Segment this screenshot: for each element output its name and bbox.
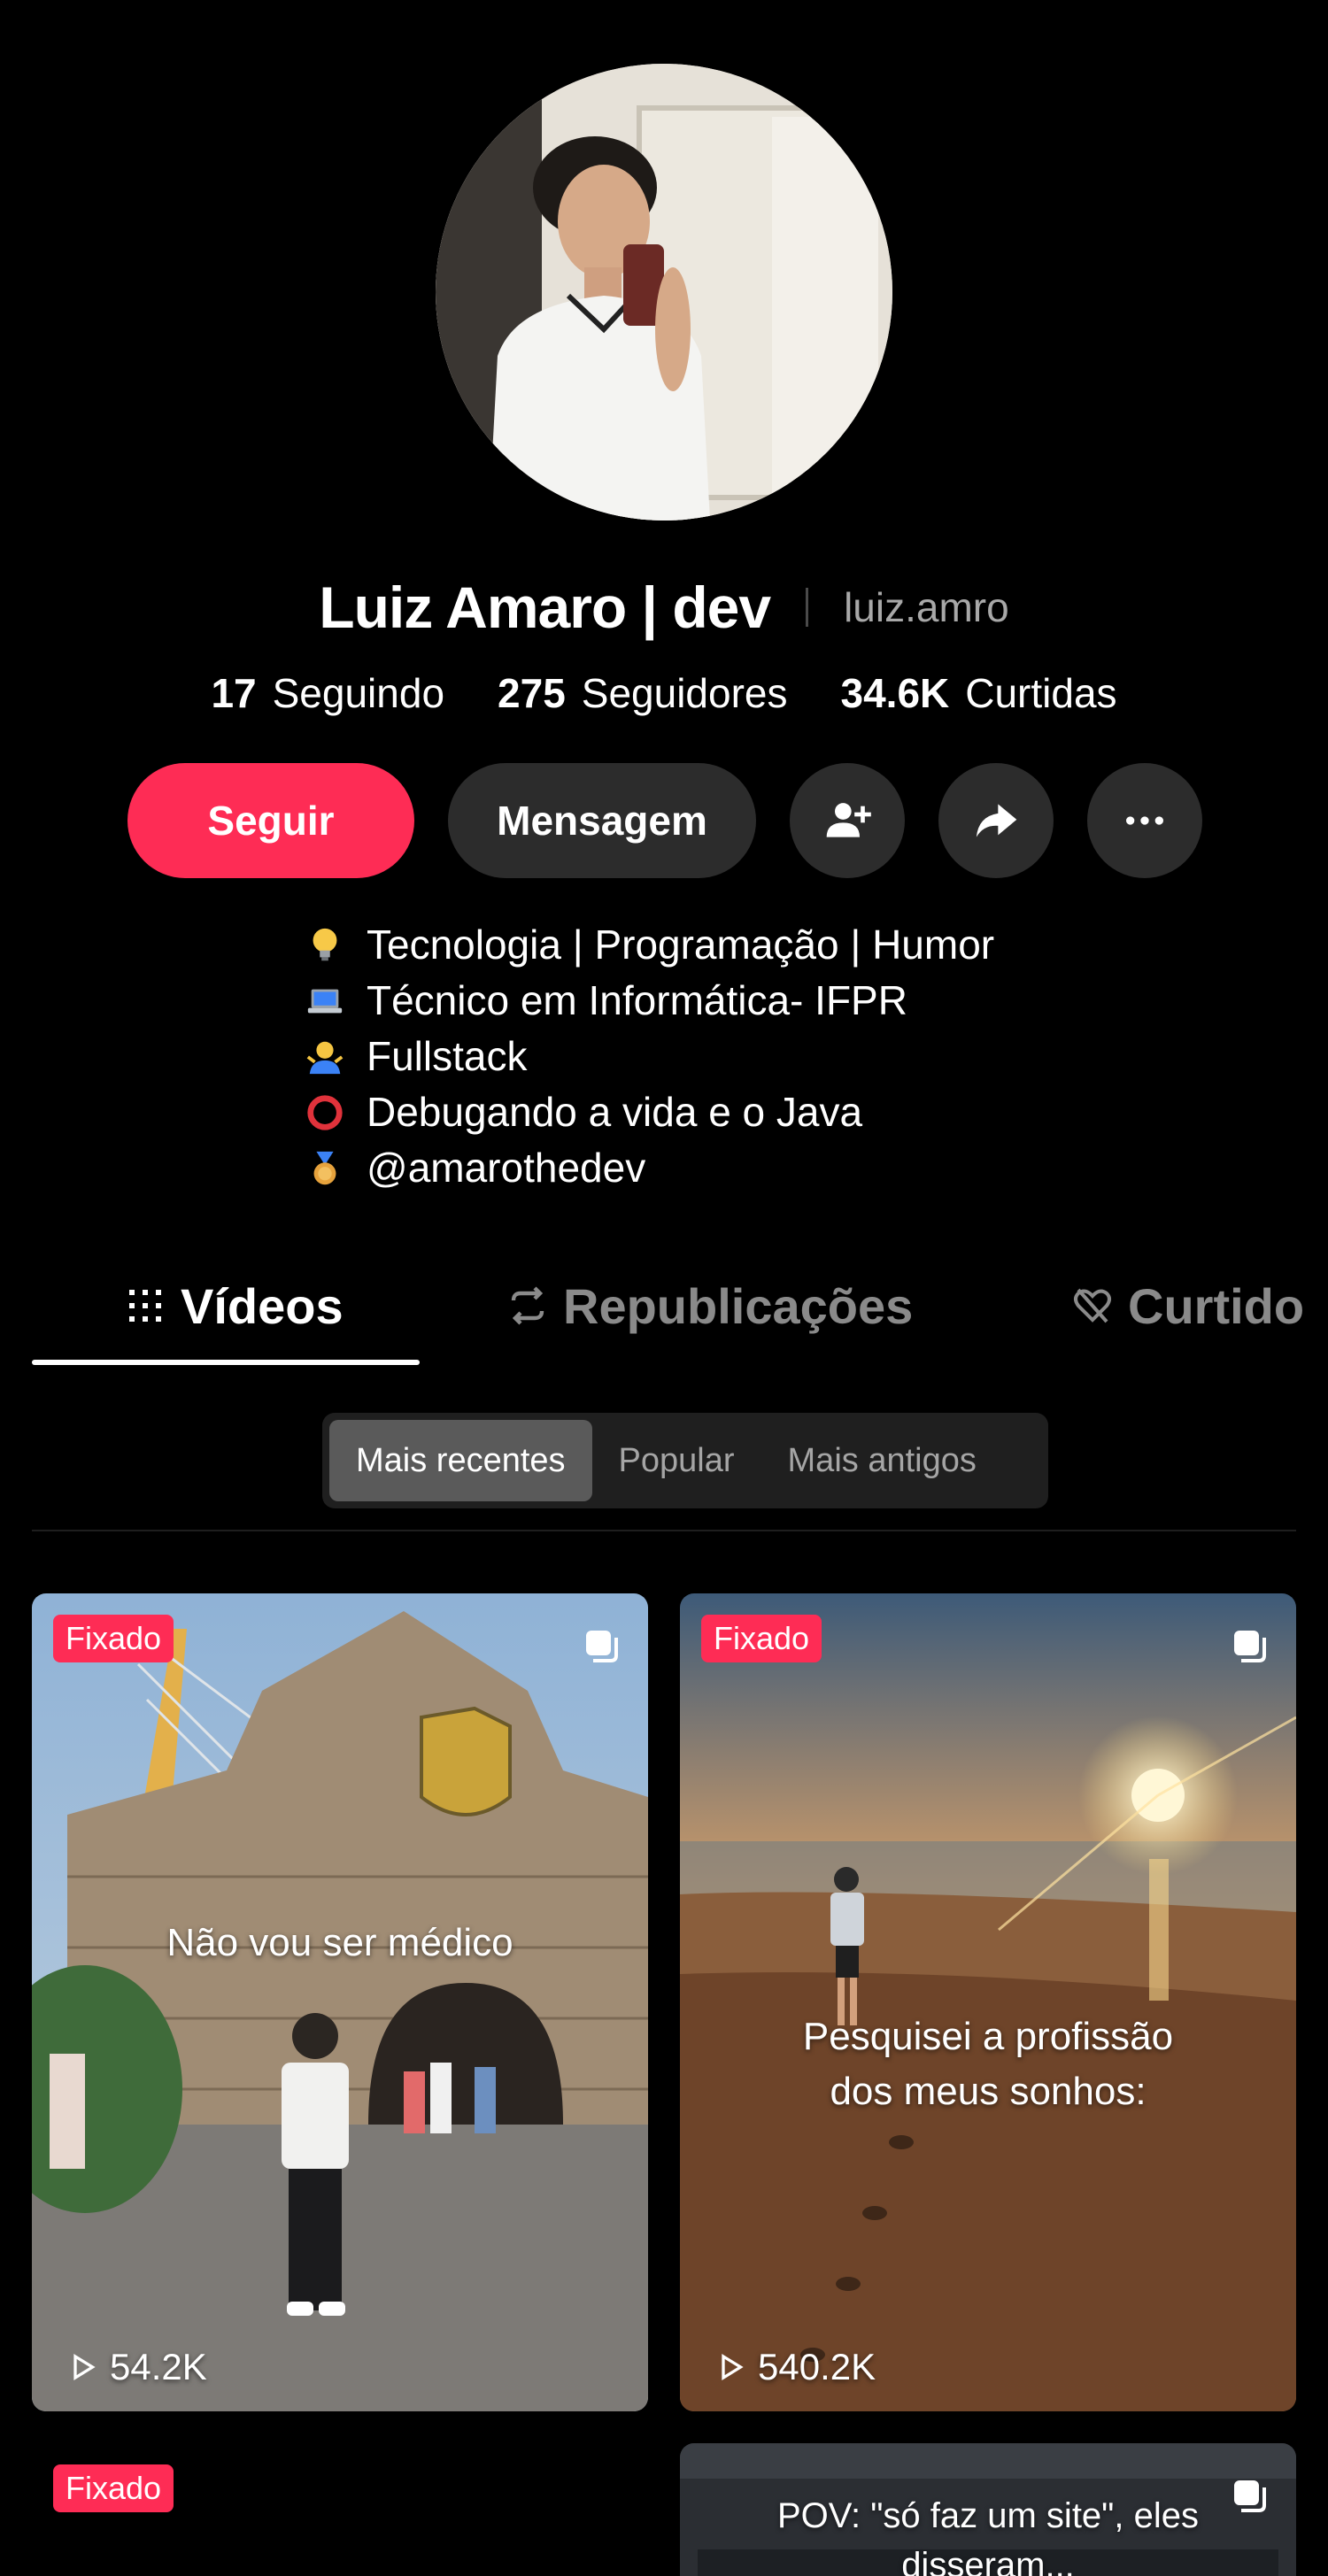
bio-line: @amarothedev <box>305 1140 994 1196</box>
sort-option-recent[interactable]: Mais recentes <box>329 1420 592 1501</box>
bio-text: Técnico em Informática- IFPR <box>367 977 907 1023</box>
laptop-emoji-icon <box>305 981 345 1022</box>
play-icon <box>722 2354 744 2380</box>
stat-following-value: 17 <box>211 670 257 716</box>
follow-button[interactable]: Seguir <box>127 763 414 878</box>
stat-likes-value: 34.6K <box>840 670 950 716</box>
stat-likes[interactable]: 34.6K Curtidas <box>841 669 1117 717</box>
video-card[interactable]: Fixado <box>32 2443 648 2576</box>
video-caption: POV: "só faz um site", eles disseram... <box>777 2496 1199 2576</box>
video-thumbnail <box>32 1593 648 2411</box>
stat-followers-label: Seguidores <box>581 670 788 716</box>
video-thumbnail <box>680 1593 1296 2411</box>
tab-liked[interactable]: Curtido <box>1071 1248 1304 1363</box>
multi-image-icon <box>586 1631 618 1662</box>
video-caption: Pesquisei a profissão dos meus sonhos: <box>802 2015 1174 2113</box>
heart-hidden-icon <box>1074 1288 1111 1323</box>
section-divider <box>32 1530 1296 1531</box>
tab-videos-label: Vídeos <box>181 1277 344 1334</box>
sort-option-popular[interactable]: Popular <box>592 1420 761 1501</box>
repost-icon <box>511 1286 544 1325</box>
pinned-badge: Fixado <box>53 2464 174 2512</box>
red-circle-emoji-icon <box>305 1092 345 1133</box>
video-card[interactable]: POV: "só faz um site", eles disseram... <box>680 2443 1296 2576</box>
view-count-value: 540.2K <box>758 2346 876 2387</box>
play-icon <box>73 2354 96 2380</box>
tab-reposts[interactable]: Republicações <box>506 1248 913 1363</box>
bio-text: Tecnologia | Programação | Humor <box>367 922 995 968</box>
stat-likes-label: Curtidas <box>965 670 1117 716</box>
lightbulb-emoji-icon <box>305 925 345 966</box>
message-button[interactable]: Mensagem <box>448 763 756 878</box>
bio-line: Tecnologia | Programação | Humor <box>305 917 994 973</box>
stat-followers-value: 275 <box>498 670 566 716</box>
view-count: 540.2K <box>715 2346 876 2388</box>
video-caption: Não vou ser médico <box>166 1921 513 1964</box>
pinned-badge: Fixado <box>701 1615 822 1662</box>
bio-text: Fullstack <box>367 1033 528 1079</box>
content-tabs: Vídeos Republicações Curtido <box>0 1248 1328 1363</box>
bio-text: Debugando a vida e o Java <box>367 1089 863 1135</box>
bio-line: Debugando a vida e o Java <box>305 1084 994 1140</box>
avatar-photo <box>436 64 892 521</box>
stat-following[interactable]: 17 Seguindo <box>211 669 444 717</box>
tab-reposts-label: Republicações <box>563 1277 914 1334</box>
active-tab-indicator <box>32 1360 420 1365</box>
bio-line: Fullstack <box>305 1029 994 1084</box>
stat-following-label: Seguindo <box>272 670 445 716</box>
share-button[interactable] <box>938 763 1054 878</box>
person-shrugging-emoji-icon <box>305 1037 345 1077</box>
view-count-value: 54.2K <box>110 2346 207 2387</box>
more-button[interactable] <box>1087 763 1202 878</box>
grid-icon <box>129 1290 161 1322</box>
pinned-badge: Fixado <box>53 1615 174 1662</box>
profile-avatar[interactable] <box>436 64 892 521</box>
share-icon <box>976 804 1017 837</box>
add-friend-button[interactable] <box>790 763 905 878</box>
sort-control: Mais recentes Popular Mais antigos <box>322 1413 1048 1508</box>
stat-followers[interactable]: 275 Seguidores <box>498 669 787 717</box>
more-icon <box>1126 816 1163 825</box>
video-card[interactable]: Fixado Pesquisei a profissão dos meus so… <box>680 1593 1296 2411</box>
tab-videos[interactable]: Vídeos <box>124 1248 344 1363</box>
bio-line: Técnico em Informática- IFPR <box>305 973 994 1029</box>
bio-text: @amarothedev <box>367 1145 646 1191</box>
sort-option-oldest[interactable]: Mais antigos <box>761 1420 1003 1501</box>
profile-bio: Tecnologia | Programação | Humor Técnico… <box>305 917 994 1196</box>
display-name: Luiz Amaro | dev <box>319 575 771 640</box>
name-divider <box>806 588 809 627</box>
medal-emoji-icon <box>305 1148 345 1189</box>
view-count: 54.2K <box>67 2346 207 2388</box>
username: luiz.amro <box>844 584 1009 630</box>
video-card[interactable]: Fixado Não vou ser médico 54.2K <box>32 1593 648 2411</box>
tab-liked-label: Curtido <box>1128 1277 1305 1334</box>
multi-image-icon <box>1234 1631 1266 1662</box>
add-person-icon <box>826 803 871 837</box>
